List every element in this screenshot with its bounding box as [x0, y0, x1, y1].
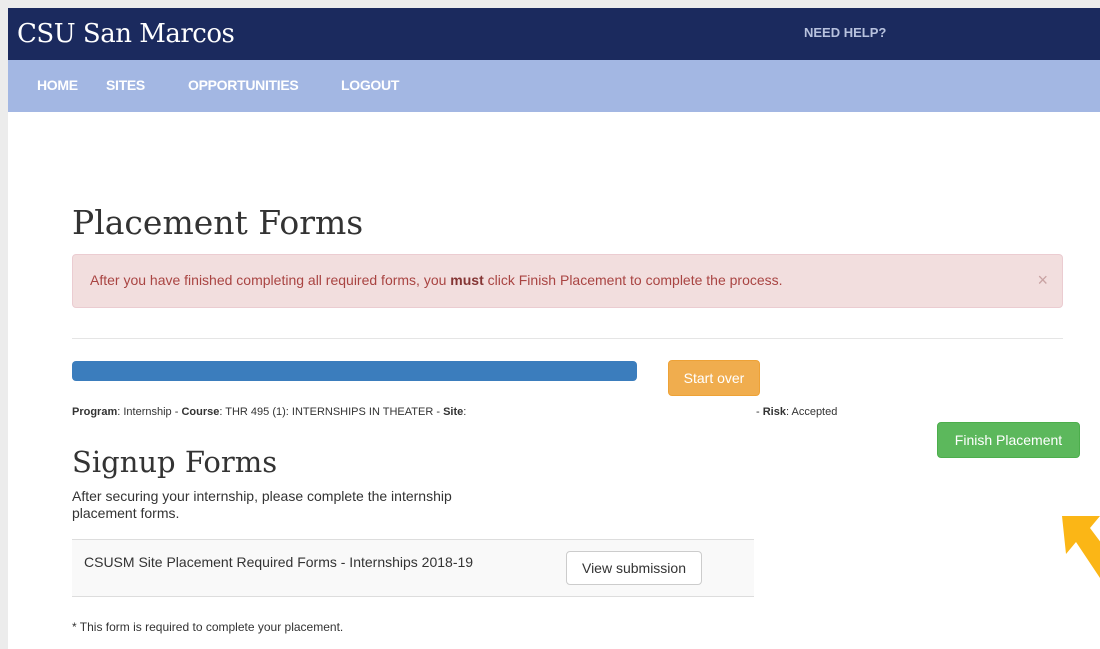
progress-bar: [72, 361, 637, 381]
close-icon[interactable]: ×: [1037, 270, 1048, 291]
risk-meta: - Risk: Accepted: [756, 406, 837, 418]
arrow-shape: [1062, 516, 1100, 578]
risk-prefix: -: [756, 406, 763, 418]
nav-item-opportunities[interactable]: OPPORTUNITIES: [188, 77, 299, 93]
nav-item-home[interactable]: HOME: [37, 77, 78, 93]
course-label: Course: [181, 406, 220, 418]
need-help-link[interactable]: NEED HELP?: [804, 25, 886, 40]
program-value: : Internship -: [117, 406, 182, 418]
nav-item-logout[interactable]: LOGOUT: [341, 77, 399, 93]
finish-placement-button[interactable]: Finish Placement: [937, 422, 1080, 458]
divider: [72, 338, 1063, 339]
placement-meta: Program: Internship - Course: THR 495 (1…: [72, 406, 466, 418]
site-value: :: [463, 406, 467, 418]
form-name: CSUSM Site Placement Required Forms - In…: [84, 554, 474, 570]
alert-text-after: click Finish Placement to complete the p…: [483, 272, 783, 288]
signup-forms-title: Signup Forms: [72, 445, 278, 479]
table-row: CSUSM Site Placement Required Forms - In…: [72, 539, 754, 597]
nav-item-sites[interactable]: SITES: [106, 77, 145, 93]
program-label: Program: [72, 406, 118, 418]
site-label: Site: [443, 406, 464, 418]
start-over-button[interactable]: Start over: [668, 360, 760, 396]
arrow-icon: [1062, 516, 1100, 578]
app-window: CSU San Marcos NEED HELP? HOME SITES OPP…: [8, 8, 1100, 649]
alert-banner: After you have finished completing all r…: [72, 254, 1063, 308]
view-submission-button[interactable]: View submission: [566, 551, 702, 585]
alert-message: After you have finished completing all r…: [90, 272, 783, 288]
alert-text-emphasis: must: [450, 272, 484, 288]
risk-value: : Accepted: [785, 406, 838, 418]
page-title: Placement Forms: [72, 203, 364, 242]
alert-text-before: After you have finished completing all r…: [90, 272, 451, 288]
course-value: : THR 495 (1): INTERNSHIPS IN THEATER -: [219, 406, 444, 418]
main-nav: HOME SITES OPPORTUNITIES LOGOUT: [8, 60, 1100, 112]
site-brand[interactable]: CSU San Marcos: [17, 18, 235, 50]
required-footnote: * This form is required to complete your…: [72, 620, 344, 634]
top-header: CSU San Marcos NEED HELP?: [8, 8, 1100, 60]
risk-label: Risk: [762, 406, 786, 418]
signup-forms-description: After securing your internship, please c…: [72, 488, 452, 521]
